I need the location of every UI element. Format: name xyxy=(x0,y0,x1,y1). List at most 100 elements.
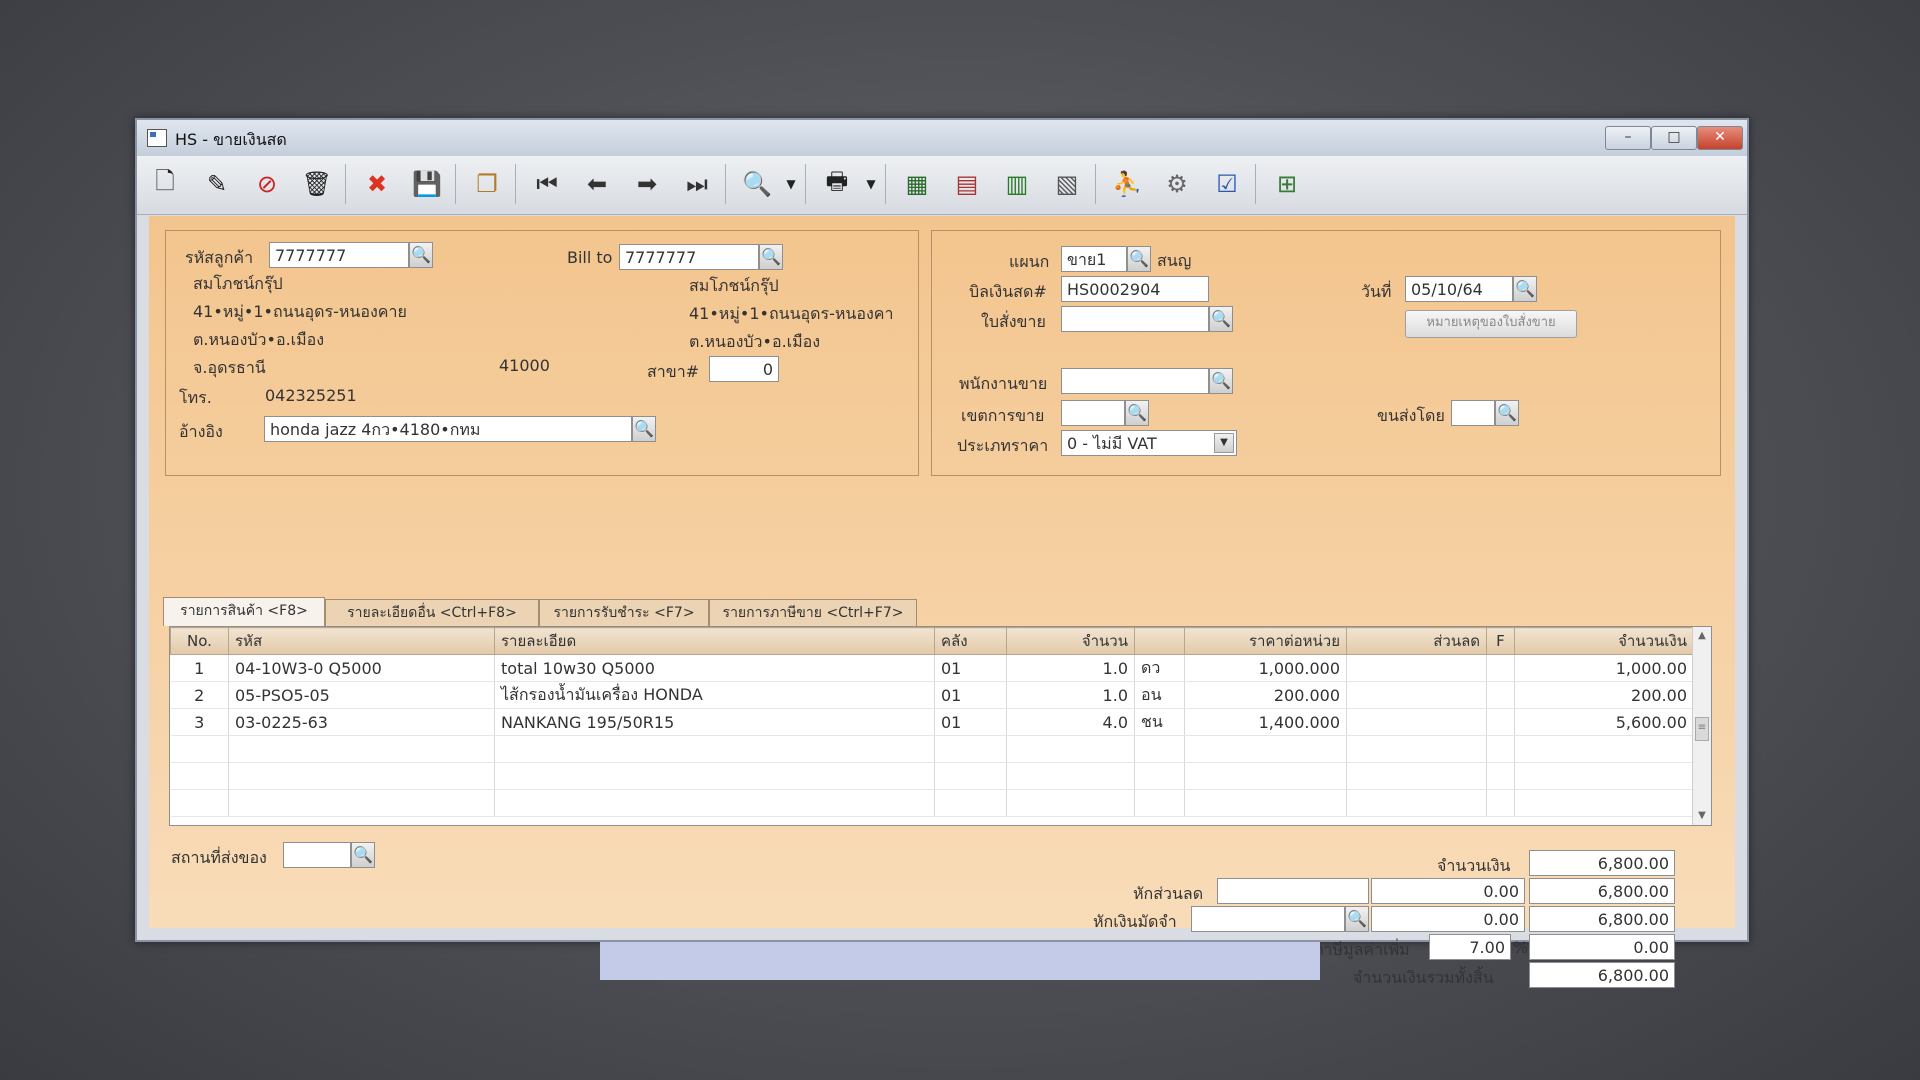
tab-other-details[interactable]: รายละเอียดอื่น <Ctrl+F8> xyxy=(325,599,539,626)
trash-icon[interactable]: 🗑 xyxy=(299,166,335,202)
customer-search-icon[interactable]: 🔍 xyxy=(409,242,433,268)
minimize-button[interactable]: – xyxy=(1605,126,1651,150)
table-row[interactable] xyxy=(170,762,1694,790)
scroll-down-icon[interactable]: ▼ xyxy=(1693,807,1711,825)
reference-search-icon[interactable]: 🔍 xyxy=(632,416,656,442)
save-icon[interactable]: 💾 xyxy=(409,166,445,202)
col-amount[interactable]: จำนวนเงิน xyxy=(1514,627,1694,655)
col-no[interactable]: No. xyxy=(170,627,229,655)
deposit-label: หักเงินมัดจำ xyxy=(1093,912,1177,931)
customer-address-line1: 41•หมู่•1•ถนนอุดร-หนองคาย xyxy=(193,302,407,321)
scroll-thumb[interactable]: ≡ xyxy=(1695,717,1709,741)
deposit-text-input[interactable] xyxy=(1191,906,1345,932)
discount-text-input[interactable] xyxy=(1217,878,1369,904)
title-bar[interactable]: HS - ขายเงินสด – □ ✕ xyxy=(137,120,1747,156)
cell-warehouse: 01 xyxy=(934,654,1007,682)
network-icon[interactable]: ⊞ xyxy=(1269,166,1305,202)
table-row[interactable]: 2 05-PSO5-05 ไส้กรองน้ำมันเครื่อง HONDA … xyxy=(170,681,1694,709)
department-input[interactable]: ขาย1 xyxy=(1061,246,1127,272)
col-discount[interactable]: ส่วนลด xyxy=(1346,627,1487,655)
ship-by-search-icon[interactable]: 🔍 xyxy=(1495,400,1519,426)
customer-tel: 042325251 xyxy=(265,386,357,405)
col-description[interactable]: รายละเอียด xyxy=(494,627,935,655)
price-type-select[interactable]: 0 - ไม่มี VAT ▼ xyxy=(1061,430,1237,456)
previous-record-icon[interactable]: ⬅ xyxy=(579,166,615,202)
next-record-icon[interactable]: ➡ xyxy=(629,166,665,202)
sales-order-search-icon[interactable]: 🔍 xyxy=(1209,306,1233,332)
discount-amount-field[interactable]: 0.00 xyxy=(1371,878,1525,904)
cell-warehouse: 01 xyxy=(934,681,1007,709)
first-record-icon[interactable]: ⏮ xyxy=(529,166,565,202)
vat-rate-input[interactable]: 7.00 xyxy=(1429,934,1511,960)
approve-user-icon[interactable]: ⛹ xyxy=(1109,166,1145,202)
chevron-down-icon[interactable]: ▼ xyxy=(1214,433,1234,453)
ledger-icon[interactable]: ▥ xyxy=(999,166,1035,202)
ship-place-input[interactable] xyxy=(283,842,351,868)
last-record-icon[interactable]: ⏭ xyxy=(679,166,715,202)
amount-label: จำนวนเงิน xyxy=(1437,856,1511,875)
col-flag[interactable]: F xyxy=(1486,627,1515,655)
cancel-icon[interactable]: ✖ xyxy=(359,166,395,202)
deposit-search-icon[interactable]: 🔍 xyxy=(1345,906,1369,932)
col-unit[interactable] xyxy=(1134,627,1185,655)
scroll-up-icon[interactable]: ▲ xyxy=(1693,627,1711,645)
sales-order-input[interactable] xyxy=(1061,306,1209,332)
branch-input[interactable]: 0 xyxy=(709,356,779,382)
cash-bill-input[interactable]: HS0002904 xyxy=(1061,276,1209,302)
copy-icon[interactable]: ❐ xyxy=(469,166,505,202)
customer-address-line2: ต.หนองบัว•อ.เมือง xyxy=(193,330,325,349)
return-icon[interactable]: ▧ xyxy=(1049,166,1085,202)
ship-by-input[interactable] xyxy=(1451,400,1495,426)
department-search-icon[interactable]: 🔍 xyxy=(1127,246,1151,272)
billto-search-icon[interactable]: 🔍 xyxy=(759,244,783,270)
sales-zone-search-icon[interactable]: 🔍 xyxy=(1125,400,1149,426)
print-dropdown-icon[interactable]: ▼ xyxy=(853,166,889,202)
table-row[interactable]: 3 03-0225-63 NANKANG 195/50R15 01 4.0 ชน… xyxy=(170,708,1694,736)
reference-label: อ้างอิง xyxy=(179,422,223,441)
table-row[interactable] xyxy=(170,735,1694,763)
receipt-icon[interactable]: ▤ xyxy=(949,166,985,202)
table-row[interactable]: 1 04-10W3-0 Q5000 total 10w30 Q5000 01 1… xyxy=(170,654,1694,682)
tab-product-items[interactable]: รายการสินค้า <F8> xyxy=(163,597,325,626)
items-grid[interactable]: No. รหัส รายละเอียด คลัง จำนวน ราคาต่อหน… xyxy=(169,626,1712,826)
col-unit-price[interactable]: ราคาต่อหน่วย xyxy=(1184,627,1347,655)
void-icon[interactable]: ⊘ xyxy=(249,166,285,202)
table-row[interactable] xyxy=(170,789,1694,817)
sales-zone-input[interactable] xyxy=(1061,400,1125,426)
confirm-ok-icon[interactable]: ☑ xyxy=(1209,166,1245,202)
col-quantity[interactable]: จำนวน xyxy=(1006,627,1135,655)
tools-icon[interactable]: ⚙ xyxy=(1159,166,1195,202)
reference-input[interactable]: honda jazz 4กว•4180•กทม xyxy=(264,416,632,442)
col-warehouse[interactable]: คลัง xyxy=(934,627,1007,655)
close-button[interactable]: ✕ xyxy=(1697,126,1743,150)
deposit-amount-field[interactable]: 0.00 xyxy=(1371,906,1525,932)
sales-order-note-button[interactable]: หมายเหตุของใบสั่งขาย xyxy=(1405,310,1577,338)
print-icon[interactable]: 🖶 xyxy=(819,166,855,202)
tab-payments[interactable]: รายการรับชำระ <F7> xyxy=(539,599,709,626)
items-table: No. รหัส รายละเอียด คลัง จำนวน ราคาต่อหน… xyxy=(170,627,1694,817)
salesperson-input[interactable] xyxy=(1061,368,1209,394)
date-input[interactable]: 05/10/64 xyxy=(1405,276,1513,302)
customer-tel-label: โทร. xyxy=(179,388,212,407)
new-document-icon[interactable]: 🗋 xyxy=(147,166,183,202)
cell-code: 05-PSO5-05 xyxy=(228,681,495,709)
edit-icon[interactable]: ✎ xyxy=(199,166,235,202)
tab-sales-tax[interactable]: รายการภาษีขาย <Ctrl+F7> xyxy=(709,599,917,626)
billto-code-input[interactable]: 7777777 xyxy=(619,244,759,270)
ship-place-search-icon[interactable]: 🔍 xyxy=(351,842,375,868)
date-picker-icon[interactable]: 🔍 xyxy=(1513,276,1537,302)
after-discount-field: 6,800.00 xyxy=(1529,878,1675,904)
search-dropdown-icon[interactable]: ▼ xyxy=(773,166,809,202)
maximize-button[interactable]: □ xyxy=(1651,126,1697,150)
ship-by-label: ขนส่งโดย xyxy=(1377,406,1445,425)
col-code[interactable]: รหัส xyxy=(228,627,495,655)
customer-code-input[interactable]: 7777777 xyxy=(269,242,409,268)
grid-scrollbar[interactable]: ▲ ≡ ▼ xyxy=(1692,627,1711,825)
search-record-icon[interactable]: 🔍 xyxy=(739,166,775,202)
toolbar: 🗋 ✎ ⊘ 🗑 ✖ 💾 ❐ ⏮ ⬅ ➡ ⏭ 🔍 ▼ 🖶 ▼ ▦ ▤ ▥ ▧ ⛹ … xyxy=(137,156,1747,215)
cell-unit: ชน xyxy=(1134,708,1185,736)
cell-flag xyxy=(1486,708,1515,736)
calculator-icon[interactable]: ▦ xyxy=(899,166,935,202)
salesperson-search-icon[interactable]: 🔍 xyxy=(1209,368,1233,394)
cash-bill-label: บิลเงินสด# xyxy=(969,282,1047,301)
